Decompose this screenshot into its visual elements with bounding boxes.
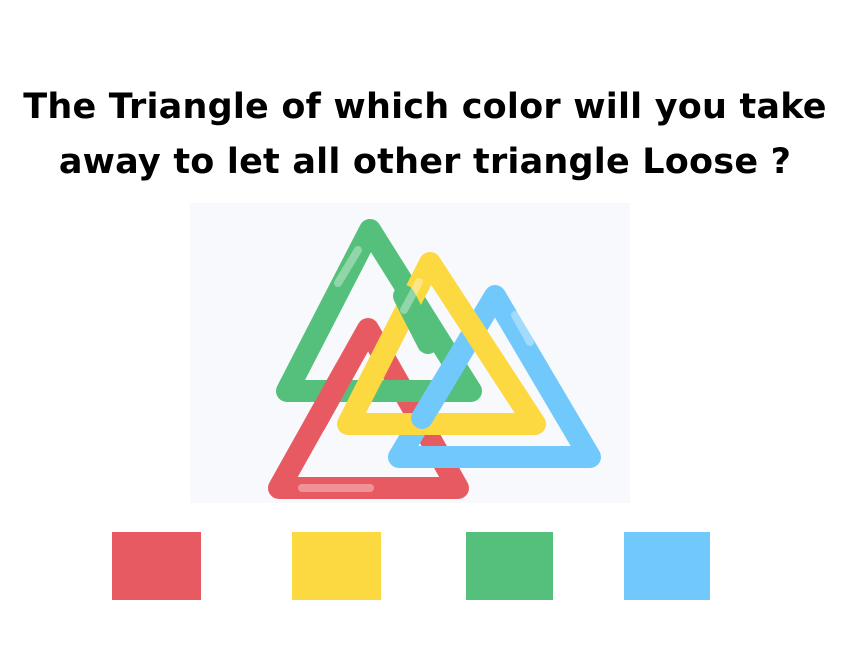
blue-overlap-segment [411,352,466,429]
question-title: The Triangle of which color will you tak… [0,80,850,190]
red-option-swatch[interactable] [112,532,201,600]
yellow-option-swatch[interactable] [292,532,381,600]
question-line-1: The Triangle of which color will you tak… [23,87,827,127]
interlocked-triangles-svg [268,219,601,499]
blue-option-swatch[interactable] [624,532,710,600]
question-line-2: away to let all other triangle Loose ? [58,142,792,182]
triangles-illustration [190,203,630,503]
green-option-swatch[interactable] [466,532,553,600]
